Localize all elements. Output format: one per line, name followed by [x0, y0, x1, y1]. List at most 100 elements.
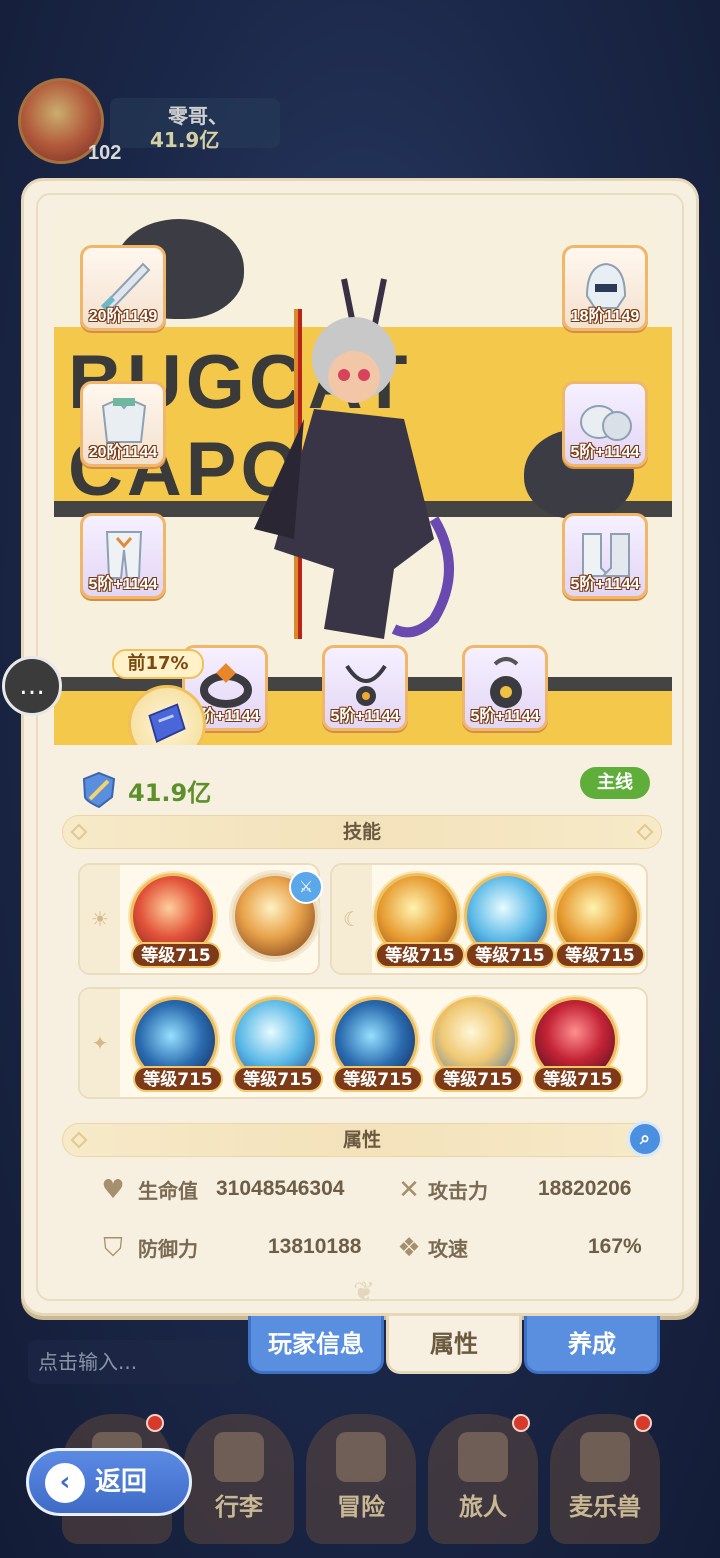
equip-tag: 5阶+1144 — [330, 708, 400, 725]
skill-level: 等级715 — [233, 1066, 323, 1092]
skill-level: 等级715 — [133, 1066, 223, 1092]
moon-icon: ☾ — [332, 865, 372, 973]
player-level: 102 — [88, 142, 122, 164]
diamond-icon — [70, 823, 88, 841]
equip-tag: 5阶+1144 — [570, 576, 640, 593]
tab-cultivate[interactable]: 养成 — [524, 1316, 660, 1374]
defense-label: 防御力 — [138, 1237, 198, 1261]
speed-label: 攻速 — [428, 1237, 468, 1261]
equip-slot-boots[interactable]: 5阶+1144 — [562, 513, 648, 599]
equip-tag: 20阶1144 — [88, 444, 158, 461]
character-showcase: BUGCAT CAPOO 20阶1149 18阶1149 20阶1144 5阶+… — [54, 209, 672, 745]
skill-slot[interactable]: 等级715 — [532, 997, 623, 1092]
tab-attributes[interactable]: 属性 — [386, 1316, 522, 1374]
diamond-icon — [70, 1131, 88, 1149]
equip-tag: 5阶+1144 — [88, 576, 158, 593]
attribute-grid: ♥ 生命值 31048546304 ✕ 攻击力 18820206 ⛉ 防御力 1… — [94, 1171, 674, 1291]
notification-dot — [634, 1414, 652, 1432]
shield-icon: ⛉ — [103, 1233, 123, 1263]
power-row: 41.9亿 — [82, 771, 642, 809]
crossed-swords-icon — [336, 1432, 386, 1482]
player-power: 41.9亿 — [150, 128, 220, 152]
nav-label: 行李 — [215, 1493, 263, 1521]
skills-title: 技能 — [342, 821, 381, 843]
notification-dot — [146, 1414, 164, 1432]
back-label: 返回 — [95, 1467, 148, 1497]
hp-label: 生命值 — [138, 1179, 198, 1203]
search-icon[interactable]: ⌕ — [627, 1121, 663, 1157]
skill-slot[interactable]: 等级715 — [464, 873, 555, 968]
nav-traveler[interactable]: 旅人 — [428, 1414, 538, 1544]
back-button[interactable]: ‹ 返回 — [26, 1448, 192, 1516]
crossed-swords-icon: ✕ — [398, 1175, 420, 1205]
skill-slot[interactable]: 等级715 — [554, 873, 645, 968]
skill-level: 等级715 — [333, 1066, 423, 1092]
shield-sword-icon — [82, 771, 116, 809]
chat-icon[interactable]: … — [2, 656, 62, 716]
equip-slot-weapon[interactable]: 20阶1149 — [80, 245, 166, 331]
combat-power: 41.9亿 — [128, 779, 212, 807]
nav-luggage[interactable]: 行李 — [184, 1414, 294, 1544]
player-detail-panel: BUGCAT CAPOO 20阶1149 18阶1149 20阶1144 5阶+… — [21, 178, 699, 1316]
skill-slot[interactable]: 等级715 — [374, 873, 465, 968]
hp-value: 31048546304 — [216, 1177, 345, 1200]
attack-label: 攻击力 — [428, 1179, 488, 1203]
attack-value: 18820206 — [538, 1177, 632, 1200]
backpack-icon — [214, 1432, 264, 1482]
skill-level: 等级715 — [375, 942, 465, 968]
crystal-icon — [128, 685, 206, 745]
speed-icon: ❖ — [397, 1233, 421, 1263]
skill-slot[interactable]: 等级715 — [132, 997, 223, 1092]
rank-indicator[interactable]: 前17% — [112, 649, 212, 745]
skill-group-day: ☀ 等级715 ⚔ — [78, 863, 323, 975]
sword-icon: ⚔ — [289, 870, 323, 904]
skill-level: 等级715 — [433, 1066, 523, 1092]
tab-player-info[interactable]: 玩家信息 — [248, 1316, 384, 1374]
attributes-header: 属性 ⌕ — [62, 1121, 663, 1157]
attributes-title: 属性 — [342, 1129, 381, 1151]
equip-slot-necklace[interactable]: 5阶+1144 — [322, 645, 408, 731]
equip-slot-armor[interactable]: 20阶1144 — [80, 381, 166, 467]
hero-character — [254, 278, 454, 639]
traveler-icon — [458, 1432, 508, 1482]
nav-label: 冒险 — [337, 1493, 385, 1521]
notification-dot — [512, 1414, 530, 1432]
skill-level: 等级715 — [131, 942, 221, 968]
equip-slot-pants[interactable]: 5阶+1144 — [80, 513, 166, 599]
player-header: 零哥、 41.9亿 102 — [18, 78, 344, 236]
equip-slot-shoulder[interactable]: 5阶+1144 — [562, 381, 648, 467]
equip-slot-helmet[interactable]: 18阶1149 — [562, 245, 648, 331]
nav-label: 麦乐兽 — [569, 1493, 641, 1521]
skill-group-night: ☾ 等级715 等级715 等级715 — [330, 863, 648, 975]
skill-slot[interactable]: ⚔ — [232, 870, 323, 959]
nav-label: 旅人 — [459, 1493, 507, 1521]
skill-slot[interactable]: 等级715 — [332, 997, 423, 1092]
equip-tag: 5阶+1144 — [470, 708, 540, 725]
sparkle-icon: ✦ — [80, 989, 120, 1097]
nav-pet[interactable]: 麦乐兽 — [550, 1414, 660, 1544]
nav-adventure[interactable]: 冒险 — [306, 1414, 416, 1544]
skills-header: 技能 — [62, 815, 662, 849]
skill-group-passive: ✦ 等级715 等级715 等级715 等级715 等级715 — [78, 987, 648, 1099]
equip-slot-amulet[interactable]: 5阶+1144 — [462, 645, 548, 731]
speed-value: 167% — [588, 1235, 642, 1258]
cat-icon — [580, 1432, 630, 1482]
heart-icon: ♥ — [101, 1175, 125, 1205]
skill-slot[interactable]: 等级715 — [130, 873, 221, 968]
rank-bubble: 前17% — [112, 649, 204, 679]
mainline-badge: 主线 — [580, 767, 650, 799]
back-arrow-icon: ‹ — [45, 1463, 85, 1503]
equip-tag: 18阶1149 — [570, 308, 640, 325]
skill-slot[interactable]: 等级715 — [232, 997, 323, 1092]
skill-level: 等级715 — [555, 942, 645, 968]
equip-tag: 5阶+1144 — [570, 444, 640, 461]
diamond-icon — [636, 823, 654, 841]
skill-slot[interactable]: 等级715 — [432, 997, 523, 1092]
sun-icon: ☀ — [80, 865, 120, 973]
skill-level: 等级715 — [533, 1066, 623, 1092]
equip-tag: 20阶1149 — [88, 308, 158, 325]
chat-input[interactable]: 点击输入... — [28, 1340, 240, 1384]
cat-ornament-icon: ❦ — [353, 1277, 375, 1307]
defense-value: 13810188 — [268, 1235, 362, 1258]
skill-level: 等级715 — [465, 942, 555, 968]
